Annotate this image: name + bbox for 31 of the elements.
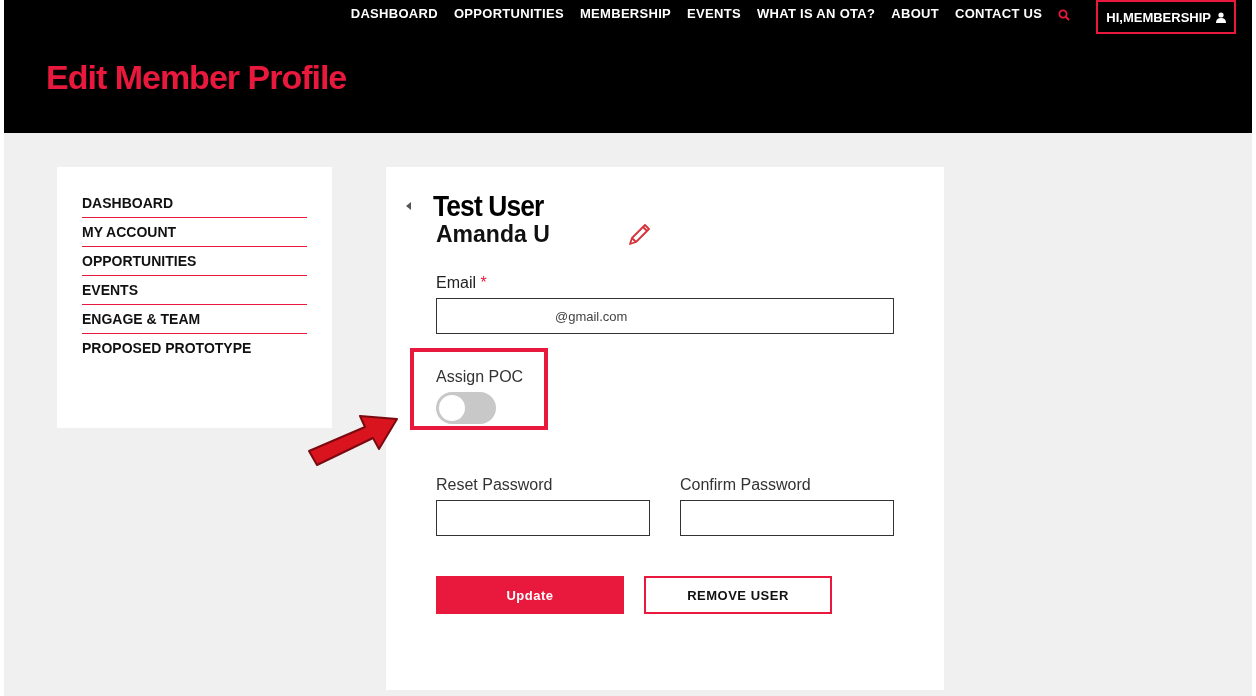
- sidebar-item[interactable]: ENGAGE & TEAM: [82, 305, 307, 334]
- caret-icon[interactable]: [406, 202, 411, 210]
- page-title: Edit Member Profile: [46, 58, 348, 97]
- user-icon: [1216, 11, 1226, 23]
- account-button[interactable]: HI,MEMBERSHIP: [1096, 0, 1236, 34]
- nav-link[interactable]: EVENTS: [687, 2, 741, 21]
- nav-link[interactable]: CONTACT US: [955, 2, 1043, 21]
- nav-link[interactable]: MEMBERSHIP: [579, 2, 672, 21]
- required-mark: *: [480, 274, 487, 291]
- remove-user-button[interactable]: REMOVE USER: [644, 576, 832, 614]
- sidebar-item[interactable]: PROPOSED PROTOTYPE: [82, 334, 307, 362]
- search-icon[interactable]: [1058, 9, 1071, 21]
- profile-title: Test User: [433, 189, 544, 223]
- email-label: Email: [436, 274, 476, 291]
- sidebar-item[interactable]: OPPORTUNITIES: [82, 247, 307, 276]
- reset-password-field[interactable]: [436, 500, 650, 536]
- assign-poc-label: Assign POC: [436, 368, 525, 386]
- update-button[interactable]: Update: [436, 576, 624, 614]
- sidebar-item[interactable]: EVENTS: [82, 276, 307, 305]
- nav-link[interactable]: WHAT IS AN OTA?: [756, 2, 876, 21]
- nav-link[interactable]: DASHBOARD: [350, 2, 438, 21]
- sidebar-item[interactable]: MY ACCOUNT: [82, 218, 307, 247]
- reset-password-label: Reset Password: [436, 476, 554, 494]
- assign-poc-toggle[interactable]: [436, 392, 496, 424]
- nav-link[interactable]: ABOUT: [891, 2, 939, 21]
- confirm-password-label: Confirm Password: [680, 476, 812, 494]
- email-field[interactable]: @gmail.com: [436, 298, 894, 334]
- nav-link[interactable]: OPPORTUNITIES: [453, 2, 564, 21]
- sidebar-item[interactable]: DASHBOARD: [82, 189, 307, 218]
- member-name: Amanda U: [436, 221, 550, 248]
- confirm-password-field[interactable]: [680, 500, 894, 536]
